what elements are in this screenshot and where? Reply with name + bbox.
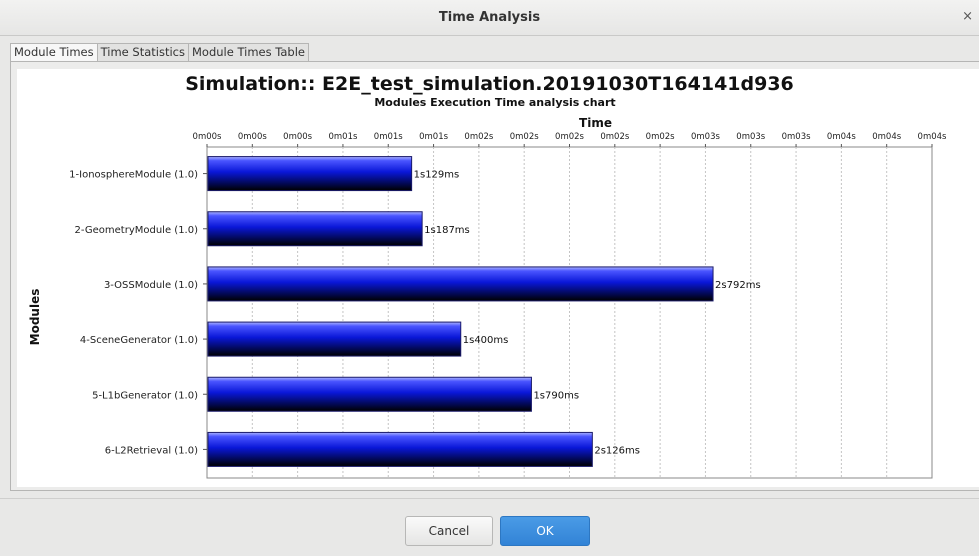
x-tick-label: 0m02s bbox=[464, 132, 494, 142]
cancel-button[interactable]: Cancel bbox=[405, 516, 493, 546]
x-tick-label: 0m02s bbox=[510, 132, 540, 142]
x-tick-label: 0m00s bbox=[238, 132, 268, 142]
x-tick-label: 0m01s bbox=[419, 132, 449, 142]
y-tick-label: 4-SceneGenerator (1.0) bbox=[80, 335, 198, 346]
x-tick-label: 0m04s bbox=[872, 132, 902, 142]
x-tick-label: 0m03s bbox=[782, 132, 812, 142]
x-tick-label: 0m03s bbox=[691, 132, 721, 142]
bar bbox=[207, 211, 423, 247]
bar bbox=[207, 431, 593, 467]
bar-value-label: 1s187ms bbox=[424, 225, 470, 236]
bar-value-label: 1s129ms bbox=[414, 170, 460, 181]
x-tick-label: 0m02s bbox=[600, 132, 630, 142]
x-tick-label: 0m01s bbox=[374, 132, 404, 142]
y-tick-label: 1-IonosphereModule (1.0) bbox=[69, 170, 198, 181]
x-tick-label: 0m01s bbox=[328, 132, 358, 142]
bar bbox=[207, 156, 413, 192]
x-tick-label: 0m02s bbox=[555, 132, 585, 142]
bar bbox=[207, 266, 714, 302]
y-tick-label: 6-L2Retrieval (1.0) bbox=[105, 445, 198, 456]
y-tick-label: 2-GeometryModule (1.0) bbox=[75, 225, 199, 236]
bar-value-label: 2s126ms bbox=[594, 445, 640, 456]
x-tick-label: 0m04s bbox=[918, 132, 948, 142]
x-axis-label: Time bbox=[579, 116, 612, 130]
x-tick-label: 0m04s bbox=[827, 132, 857, 142]
y-tick-label: 3-OSSModule (1.0) bbox=[104, 280, 198, 291]
bar-chart: 0m00s 0m00s 0m00s 0m01s 0m01s 0m01s 0m02s 0m02s… bbox=[28, 116, 948, 479]
x-tick-label: 0m00s bbox=[193, 132, 223, 142]
x-tick-label: 0m03s bbox=[736, 132, 766, 142]
y-tick-label: 5-L1bGenerator (1.0) bbox=[92, 390, 198, 401]
y-axis-label: Modules bbox=[28, 289, 42, 346]
bar-value-label: 2s792ms bbox=[715, 280, 761, 291]
x-tick-label: 0m00s bbox=[283, 132, 313, 142]
bar bbox=[207, 376, 532, 412]
bar-value-label: 1s400ms bbox=[463, 335, 509, 346]
bar-value-label: 1s790ms bbox=[533, 390, 579, 401]
footer-separator bbox=[0, 498, 979, 499]
ok-button[interactable]: OK bbox=[500, 516, 590, 546]
x-tick-label: 0m02s bbox=[646, 132, 676, 142]
bar bbox=[207, 321, 462, 357]
